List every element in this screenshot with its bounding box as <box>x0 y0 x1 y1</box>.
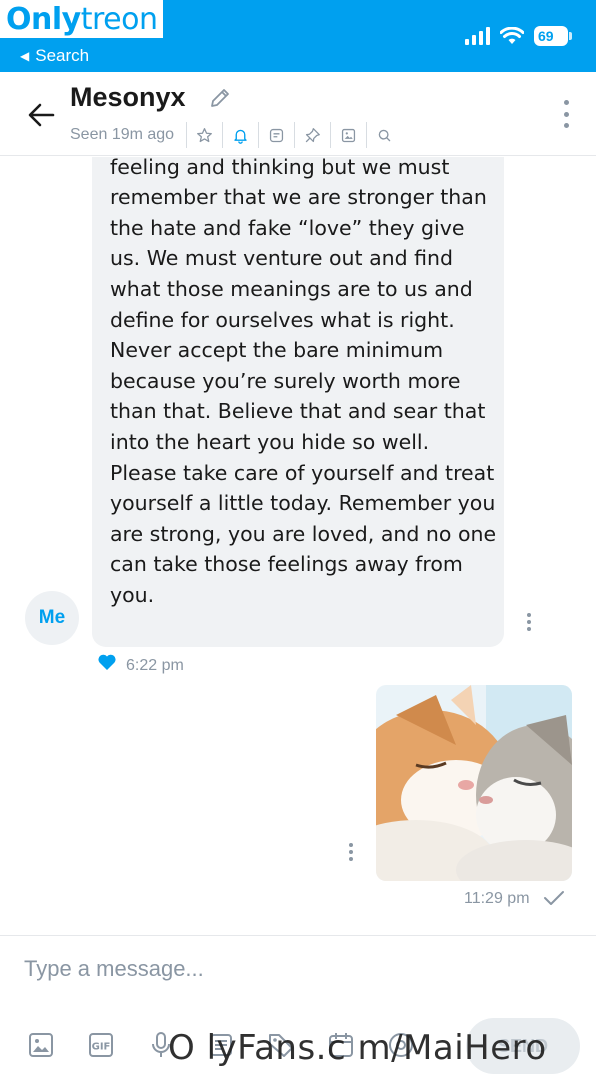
gif-icon: GIF <box>89 1033 113 1057</box>
watermark-logo-part1: Only <box>6 1 81 37</box>
back-search-label: Search <box>35 46 90 65</box>
chat-toolbar <box>186 122 402 148</box>
svg-text:GIF: GIF <box>92 1042 111 1053</box>
cats-photo <box>376 685 572 881</box>
avatar[interactable]: Me <box>25 591 79 645</box>
pin-button[interactable] <box>294 122 330 148</box>
chat-header: Mesonyx Seen 19m ago <box>0 72 596 156</box>
pin-icon <box>305 127 320 142</box>
gif-button[interactable]: GIF <box>84 1028 118 1062</box>
image-message-timestamp: 11:29 pm <box>464 890 530 907</box>
message-list[interactable]: incredibly difficult to break that feeli… <box>0 157 596 935</box>
search-button[interactable] <box>366 122 402 148</box>
message-input[interactable] <box>24 952 564 986</box>
search-icon <box>378 129 391 141</box>
back-triangle-icon: ◀ <box>20 49 30 63</box>
chat-contact-name[interactable]: Mesonyx <box>70 82 186 113</box>
star-icon <box>197 127 212 142</box>
watermark-logo-part2: treon <box>80 1 158 37</box>
more-vertical-icon[interactable] <box>562 100 570 128</box>
status-icons: 69 <box>465 26 572 46</box>
gallery-icon <box>341 128 356 142</box>
battery-indicator: 69 <box>534 26 572 46</box>
back-arrow-icon[interactable] <box>26 100 56 130</box>
cellular-signal-icon <box>465 27 490 45</box>
favorite-button[interactable] <box>186 122 222 148</box>
message-timestamp: 6:22 pm <box>126 657 184 674</box>
image-message-options-icon[interactable] <box>348 843 354 861</box>
attach-image-button[interactable] <box>24 1028 58 1062</box>
message-text: incredibly difficult to break that feeli… <box>110 157 497 607</box>
heart-icon[interactable] <box>97 653 117 671</box>
last-seen-status: Seen 19m ago <box>70 126 175 143</box>
back-to-search-link[interactable]: ◀ Search <box>20 46 89 66</box>
bell-icon <box>234 129 247 144</box>
message-options-icon[interactable] <box>526 613 532 631</box>
watermark-logo: Only treon <box>0 0 164 38</box>
edit-icon[interactable] <box>208 86 232 110</box>
note-icon <box>269 128 284 142</box>
gallery-button[interactable] <box>330 122 366 148</box>
notifications-button[interactable] <box>222 122 258 148</box>
wifi-icon <box>500 27 524 44</box>
read-check-icon <box>544 891 564 905</box>
watermark-text: O lyFans.c m/MaiHero <box>168 1028 547 1068</box>
image-icon <box>29 1033 53 1057</box>
notes-button[interactable] <box>258 122 294 148</box>
cat-photo-message[interactable] <box>376 685 572 881</box>
message-composer: GIF SEND O lyFans.c m/MaiHero <box>0 935 596 1080</box>
